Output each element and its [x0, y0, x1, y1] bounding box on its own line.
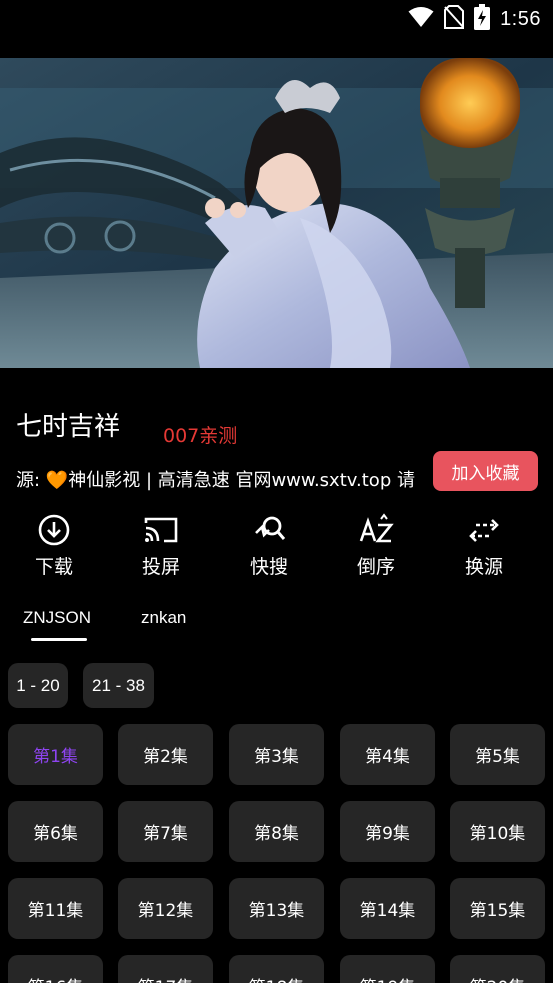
episode-button[interactable]: 第15集 — [450, 878, 545, 939]
video-frame — [0, 58, 553, 368]
battery-charging-icon — [474, 4, 491, 34]
episode-button[interactable]: 第12集 — [118, 878, 213, 939]
episode-button[interactable]: 第20集 — [450, 955, 545, 983]
source-tabs: ZNJSON znkan — [0, 600, 553, 646]
action-row: 下载 投屏 快搜 倒序 换源 — [0, 512, 553, 582]
range-button-1[interactable]: 1 - 20 — [8, 663, 68, 708]
episode-button[interactable]: 第13集 — [229, 878, 324, 939]
source-name: 神仙影视 | 高清急速 官网www.sxtv.top 请 — [68, 470, 415, 491]
episode-button[interactable]: 第6集 — [8, 801, 103, 862]
switch-source-icon — [467, 512, 501, 548]
episode-button[interactable]: 第9集 — [340, 801, 435, 862]
episode-button[interactable]: 第3集 — [229, 724, 324, 785]
episode-button[interactable]: 第18集 — [229, 955, 324, 983]
source-line: 源: 🧡神仙影视 | 高清急速 官网www.sxtv.top 请 — [16, 466, 456, 492]
episode-button[interactable]: 第2集 — [118, 724, 213, 785]
switch-source-button[interactable]: 换源 — [439, 512, 529, 579]
switch-source-label: 换源 — [464, 556, 503, 578]
add-favorite-button[interactable]: 加入收藏 — [433, 451, 538, 491]
episode-button[interactable]: 第8集 — [229, 801, 324, 862]
range-button-2[interactable]: 21 - 38 — [83, 663, 154, 708]
sort-button[interactable]: 倒序 — [331, 512, 421, 579]
episode-button[interactable]: 第7集 — [118, 801, 213, 862]
episode-button[interactable]: 第14集 — [340, 878, 435, 939]
heart-icon: 🧡 — [45, 470, 69, 491]
status-icons: 1:56 — [408, 4, 541, 34]
cast-icon — [143, 512, 179, 548]
tab-znjson[interactable]: ZNJSON — [23, 608, 91, 628]
wifi-icon — [408, 6, 434, 32]
download-icon — [37, 512, 71, 548]
source-prefix: 源: — [16, 470, 46, 491]
status-bar: 1:56 — [0, 0, 553, 58]
video-player[interactable] — [0, 58, 553, 368]
cast-label: 投屏 — [141, 556, 180, 578]
episode-button[interactable]: 第1集 — [8, 724, 103, 785]
cast-button[interactable]: 投屏 — [116, 512, 206, 579]
remark-label: 007亲测 — [163, 425, 238, 447]
episode-button[interactable]: 第19集 — [340, 955, 435, 983]
episode-button[interactable]: 第16集 — [8, 955, 103, 983]
tab-indicator — [31, 638, 87, 641]
quick-search-button[interactable]: 快搜 — [224, 512, 314, 579]
download-button[interactable]: 下载 — [9, 512, 99, 579]
video-title: 七时吉祥 — [16, 412, 121, 442]
no-sim-icon — [444, 5, 465, 33]
quick-search-label: 快搜 — [249, 556, 288, 578]
episode-button[interactable]: 第11集 — [8, 878, 103, 939]
episode-button[interactable]: 第10集 — [450, 801, 545, 862]
download-label: 下载 — [34, 556, 73, 578]
episode-button[interactable]: 第5集 — [450, 724, 545, 785]
episode-button[interactable]: 第17集 — [118, 955, 213, 983]
status-time: 1:56 — [500, 7, 541, 30]
quick-search-icon — [252, 512, 286, 548]
sort-az-icon — [358, 512, 394, 548]
episode-button[interactable]: 第4集 — [340, 724, 435, 785]
tab-znkan[interactable]: znkan — [141, 608, 186, 628]
sort-label: 倒序 — [356, 556, 395, 578]
